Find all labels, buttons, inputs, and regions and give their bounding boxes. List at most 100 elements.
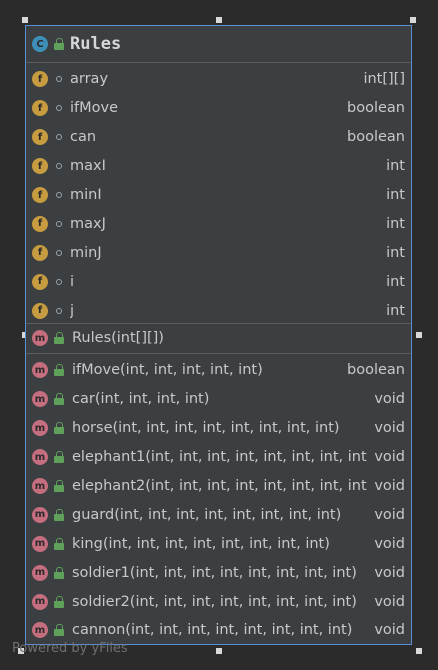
public-lock-icon (54, 624, 64, 637)
method-row[interactable]: m elephant1(int, int, int, int, int, int… (26, 443, 411, 472)
method-row[interactable]: m ifMove(int, int, int, int, int) boolea… (26, 356, 411, 385)
resize-handle-middle-right[interactable] (416, 332, 422, 338)
methods-section: m ifMove(int, int, int, int, int) boolea… (26, 354, 411, 644)
field-type: int (386, 302, 405, 319)
method-name: elephant1(int, int, int, int, int, int, … (72, 449, 369, 466)
method-name: horse(int, int, int, int, int, int, int,… (72, 420, 340, 437)
method-name: guard(int, int, int, int, int, int, int,… (72, 506, 342, 523)
method-name: cannon(int, int, int, int, int, int, int… (72, 622, 353, 639)
field-name: minI (70, 187, 102, 203)
public-lock-icon (54, 451, 64, 464)
method-name: soldier1(int, int, int, int, int, int, i… (72, 564, 357, 581)
method-name: ifMove(int, int, int, int, int) (72, 362, 263, 379)
method-name: car(int, int, int, int) (72, 391, 210, 408)
field-icon: f (32, 187, 48, 203)
package-private-icon (56, 278, 62, 285)
method-name: soldier2(int, int, int, int, int, int, i… (72, 593, 357, 610)
public-lock-icon (54, 566, 64, 579)
method-return-type: void (374, 564, 405, 581)
method-return-type: void (374, 535, 405, 552)
method-icon: m (32, 420, 48, 437)
method-icon: m (32, 478, 48, 494)
method-row[interactable]: m horse(int, int, int, int, int, int, in… (26, 414, 411, 443)
field-icon: f (32, 215, 48, 232)
package-private-icon (56, 76, 62, 83)
resize-handle-bottom-middle[interactable] (216, 648, 222, 654)
class-icon: C (32, 36, 48, 52)
method-return-type: void (374, 391, 405, 408)
constructor-row[interactable]: m Rules(int[][]) (26, 324, 411, 353)
method-icon: m (32, 564, 48, 581)
field-type: int[][] (363, 71, 405, 88)
public-lock-icon (54, 422, 64, 435)
field-name: maxI (70, 158, 106, 175)
method-icon: m (32, 362, 48, 379)
public-lock-icon (54, 537, 64, 550)
field-row[interactable]: f can boolean (26, 123, 411, 152)
field-name: ifMove (70, 100, 119, 117)
field-name: array (70, 71, 109, 88)
field-icon: f (32, 129, 48, 146)
package-private-icon (56, 220, 62, 227)
field-icon: f (32, 244, 48, 261)
method-icon: m (32, 593, 48, 610)
constructor-section: m Rules(int[][]) (26, 324, 411, 354)
method-return-type: void (374, 478, 405, 494)
field-row[interactable]: f minI int (26, 181, 411, 210)
package-private-icon (56, 105, 62, 112)
method-row[interactable]: m car(int, int, int, int) void (26, 385, 411, 414)
field-icon: f (32, 302, 48, 319)
resize-handle-top-middle[interactable] (216, 17, 222, 23)
public-lock-icon (54, 38, 64, 50)
package-private-icon (56, 192, 62, 198)
field-icon: f (32, 158, 48, 175)
method-row[interactable]: m soldier1(int, int, int, int, int, int,… (26, 558, 411, 587)
field-type: boolean (347, 129, 405, 146)
resize-handle-top-left[interactable] (22, 17, 28, 23)
method-icon: m (32, 535, 48, 552)
method-row[interactable]: m elephant2(int, int, int, int, int, int… (26, 472, 411, 501)
field-name: minJ (70, 244, 102, 261)
method-icon: m (32, 391, 48, 408)
watermark: Powered by yFiles (12, 641, 128, 656)
package-private-icon (56, 134, 62, 141)
public-lock-icon (54, 332, 64, 345)
field-name: i (70, 273, 75, 290)
field-type: int (386, 244, 405, 261)
field-row[interactable]: f ifMove boolean (26, 94, 411, 123)
method-icon: m (32, 449, 48, 466)
field-row[interactable]: f maxI int (26, 152, 411, 181)
field-row[interactable]: f i int (26, 267, 411, 296)
field-icon: f (32, 100, 48, 117)
method-row[interactable]: m king(int, int, int, int, int, int, int… (26, 529, 411, 558)
public-lock-icon (54, 364, 64, 377)
method-name: elephant2(int, int, int, int, int, int, … (72, 478, 369, 494)
field-row[interactable]: f array int[][] (26, 65, 411, 94)
class-title: Rules (70, 34, 122, 54)
field-icon: f (32, 71, 48, 88)
method-row[interactable]: m guard(int, int, int, int, int, int, in… (26, 500, 411, 529)
resize-handle-bottom-right[interactable] (416, 648, 422, 654)
class-header: C Rules (26, 26, 411, 63)
public-lock-icon (54, 595, 64, 608)
field-row[interactable]: f maxJ int (26, 209, 411, 238)
field-type: int (386, 158, 405, 175)
field-name: can (70, 129, 97, 146)
uml-class-node[interactable]: C Rules f array int[][] f ifMove boolean… (25, 25, 412, 645)
constructor-name: Rules(int[][]) (72, 330, 164, 347)
method-row[interactable]: m soldier2(int, int, int, int, int, int,… (26, 587, 411, 616)
field-type: boolean (347, 100, 405, 117)
public-lock-icon (54, 480, 64, 492)
fields-section: f array int[][] f ifMove boolean f can b… (26, 63, 411, 324)
package-private-icon (56, 249, 62, 256)
method-icon: m (32, 330, 48, 347)
package-private-icon (56, 163, 62, 170)
resize-handle-top-right[interactable] (410, 17, 416, 23)
field-row[interactable]: f j int (26, 296, 411, 325)
method-icon: m (32, 506, 48, 523)
field-row[interactable]: f minJ int (26, 238, 411, 267)
field-name: maxJ (70, 215, 106, 232)
public-lock-icon (54, 393, 64, 406)
field-icon: f (32, 273, 48, 290)
field-type: int (386, 273, 405, 290)
